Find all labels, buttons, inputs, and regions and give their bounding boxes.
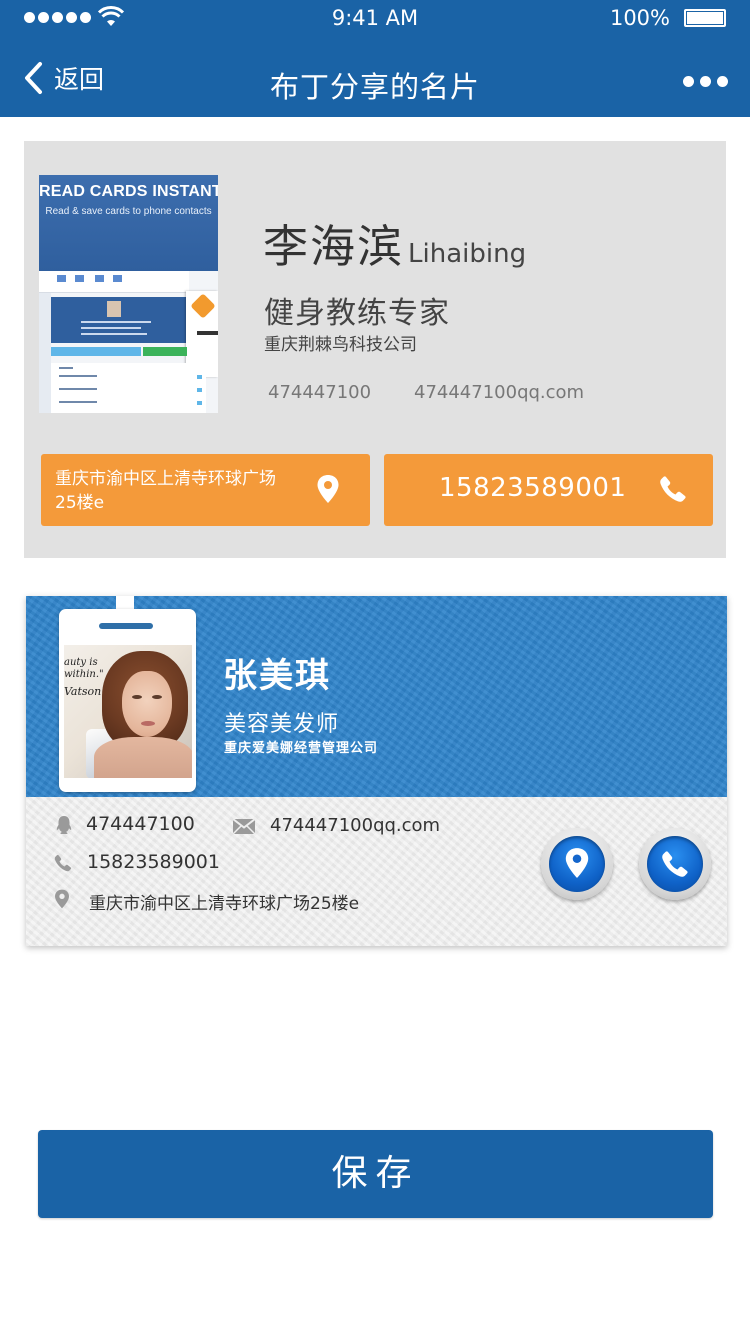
thumbnail-subline: Read & save cards to phone contacts [45, 206, 212, 217]
location-button[interactable] [541, 828, 613, 900]
mail-icon [233, 819, 255, 834]
contact-company: 重庆爱美娜经营管理公司 [224, 741, 379, 756]
qq-number: 474447100 [86, 813, 195, 835]
status-bar: 9:41 AM 100% [0, 0, 750, 40]
address-button[interactable]: 重庆市渝中区上清寺环球广场25楼e [41, 454, 370, 526]
thumbnail-banner: READ CARDS INSTANTLY Read & save cards t… [39, 175, 218, 271]
phone-icon [54, 854, 72, 872]
contact-title: 健身教练专家 [264, 296, 450, 331]
phone-number: 15823589001 [87, 851, 220, 873]
thumbnail-app-screenshot [39, 271, 218, 413]
address-text: 重庆市渝中区上清寺环球广场25楼e [89, 894, 360, 914]
call-button[interactable]: 15823589001 [384, 454, 713, 526]
page-title: 布丁分享的名片 [269, 70, 480, 104]
map-pin-icon [565, 848, 589, 878]
contact-company: 重庆荆棘鸟科技公司 [264, 335, 417, 355]
address-text: 重庆市渝中区上清寺环球广场25楼e [55, 469, 276, 513]
phone-icon [660, 476, 686, 502]
contact-name: 张美琪 [223, 656, 331, 696]
contact-name-en: Lihaibing [408, 239, 527, 269]
email-address: 474447100qq.com [270, 815, 441, 836]
map-pin-icon [55, 889, 69, 909]
battery-icon [684, 9, 726, 27]
qq-icon [56, 816, 72, 834]
nav-bar: 返回 布丁分享的名片 [0, 40, 750, 117]
business-card-2[interactable]: auty is within." Vatson 张美琪 美容美发师 重庆爱美娜经… [26, 596, 727, 946]
business-card-1[interactable]: READ CARDS INSTANTLY Read & save cards t… [24, 141, 726, 558]
photo-caption-b: Vatson [64, 685, 102, 698]
id-badge: auty is within." Vatson [59, 609, 196, 792]
thumbnail-headline: READ CARDS INSTANTLY [39, 183, 218, 200]
map-pin-icon [317, 475, 339, 503]
top-bar: 9:41 AM 100% 返回 布丁分享的名片 [0, 0, 750, 117]
more-dots-icon[interactable] [683, 76, 728, 87]
contact-title: 美容美发师 [224, 712, 340, 737]
card-thumbnail: READ CARDS INSTANTLY Read & save cards t… [39, 175, 218, 413]
contact-photo: auty is within." Vatson [64, 645, 192, 778]
contact-email: 474447100qq.com [414, 382, 585, 403]
photo-caption-a: auty is within." [64, 657, 104, 680]
save-button[interactable]: 保存 [38, 1130, 713, 1218]
phone-icon [662, 851, 688, 877]
contact-name: 李海滨 Lihaibing [263, 210, 526, 275]
call-button[interactable] [639, 828, 711, 900]
contact-qq: 474447100 [268, 382, 372, 403]
battery-percent: 100% [609, 6, 670, 30]
phone-number: 15823589001 [439, 473, 627, 503]
contact-name-cn: 李海滨 [263, 220, 405, 273]
